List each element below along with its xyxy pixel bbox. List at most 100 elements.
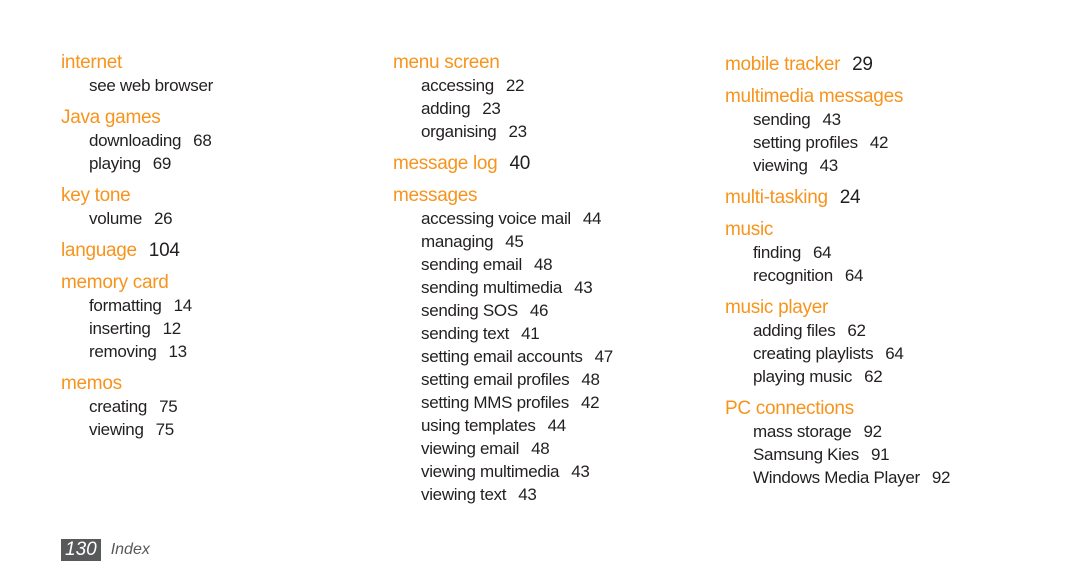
subentry-term: using templates <box>421 416 536 435</box>
page-ref: 64 <box>813 243 832 262</box>
index-subentry: mass storage 92 <box>725 420 950 443</box>
page-ref: 62 <box>847 321 866 340</box>
page-ref: 92 <box>863 422 882 441</box>
index-term: Java games <box>61 107 161 128</box>
page-ref: 22 <box>505 76 525 95</box>
page-ref: 23 <box>508 122 527 141</box>
page-ref: 68 <box>193 131 212 150</box>
subentry-term: mass storage <box>753 422 852 441</box>
subentry-term: creating <box>89 397 148 416</box>
index-subentry: accessing 22 <box>393 74 613 97</box>
subentry-term: viewing <box>89 420 144 439</box>
index-subentry: setting email profiles 48 <box>393 368 613 391</box>
page-footer: 130 Index <box>61 539 150 561</box>
index-subentry: viewing text 43 <box>393 483 613 506</box>
subentry-term: sending SOS <box>421 301 518 320</box>
subentry-term: see web browser <box>89 76 214 95</box>
index-heading: music <box>725 218 950 241</box>
page-ref: 43 <box>518 485 537 504</box>
index-entry: memos creating 75 viewing 75 <box>61 372 213 441</box>
index-column-1: internet see web browser Java games downloa… <box>61 51 213 450</box>
index-entry: message log 40 <box>393 152 613 175</box>
index-term: memos <box>61 373 122 394</box>
page-ref: 91 <box>871 445 890 464</box>
page-ref: 45 <box>505 232 524 251</box>
index-subentry: inserting 12 <box>61 317 213 340</box>
subentry-term: setting email profiles <box>421 370 570 389</box>
index-subentry: viewing multimedia 43 <box>393 460 613 483</box>
page-ref: 48 <box>534 255 553 274</box>
page-ref: 29 <box>852 54 873 75</box>
index-entry: internet see web browser <box>61 51 213 97</box>
index-subentry: managing 45 <box>393 230 613 253</box>
index-subentry: creating playlists 64 <box>725 342 950 365</box>
subentry-term: sending multimedia <box>421 278 563 297</box>
index-subentry: viewing email 48 <box>393 437 613 460</box>
index-subentry: recognition 64 <box>725 264 950 287</box>
index-entry: menu screen accessing 22 adding 23 organising… <box>393 51 613 143</box>
index-heading: multimedia messages <box>725 85 950 108</box>
index-subentry: viewing 43 <box>725 154 950 177</box>
index-heading: multi-tasking 24 <box>725 186 950 209</box>
index-entry: language 104 <box>61 239 213 262</box>
page-ref: 43 <box>571 462 590 481</box>
index-subentry: downloading 68 <box>61 129 213 152</box>
page-ref: 43 <box>574 278 593 297</box>
page-ref: 23 <box>482 99 501 118</box>
index-subentry: playing 69 <box>61 152 213 175</box>
page-ref: 48 <box>581 370 600 389</box>
index-entry: mobile tracker 29 <box>725 53 950 76</box>
index-subentry: setting MMS profiles 42 <box>393 391 613 414</box>
index-subentry: using templates 44 <box>393 414 613 437</box>
subentry-term: Windows Media Player <box>753 468 920 487</box>
index-subentry: adding files 62 <box>725 319 950 342</box>
index-entry: multimedia messages sending 43 setting prof… <box>725 85 950 177</box>
page-ref: 26 <box>154 209 173 228</box>
index-entry: music finding 64 recognition 64 <box>725 218 950 287</box>
index-subentry: sending multimedia 43 <box>393 276 613 299</box>
index-entry: PC connections mass storage 92 Samsung Kies… <box>725 397 951 489</box>
index-subentry: creating 75 <box>61 395 213 418</box>
page-ref: 44 <box>547 416 567 435</box>
index-subentry: finding 64 <box>725 241 950 264</box>
index-entry: memory card formatting 14 inserting 12 removi… <box>61 271 213 363</box>
subentry-term: viewing text <box>421 485 507 504</box>
index-heading: messages <box>393 184 613 207</box>
index-heading: PC connections <box>725 397 950 420</box>
index-entry: multi-tasking 24 <box>725 186 950 209</box>
page-ref: 42 <box>869 133 889 152</box>
subentry-term: viewing multimedia <box>421 462 560 481</box>
page-ref: 42 <box>581 393 600 412</box>
index-heading: message log 40 <box>393 152 613 175</box>
subentry-term: viewing <box>753 156 808 175</box>
index-subentry: playing music 62 <box>725 365 950 388</box>
index-heading: Java games <box>61 106 213 129</box>
index-term: music player <box>725 297 829 318</box>
index-subentry: Windows Media Player 92 <box>725 466 951 489</box>
subentry-term: adding <box>421 99 471 118</box>
page-ref: 64 <box>885 344 904 363</box>
index-term: music <box>725 219 774 240</box>
index-entry: key tone volume 26 <box>61 184 213 230</box>
subentry-term: managing <box>421 232 494 251</box>
subentry-term: viewing email <box>421 439 520 458</box>
index-entry: Java games downloading 68 playing 69 <box>61 106 213 175</box>
index-subentry: viewing 75 <box>61 418 213 441</box>
subentry-term: playing <box>89 154 141 173</box>
index-subentry: sending email 48 <box>393 253 613 276</box>
subentry-term: volume <box>89 209 143 228</box>
index-heading: music player <box>725 296 950 319</box>
subentry-term: playing music <box>753 367 853 386</box>
page-ref: 75 <box>159 397 178 416</box>
subentry-term: setting profiles <box>753 133 858 152</box>
index-subentry: see web browser <box>61 74 213 97</box>
page-ref: 14 <box>173 296 193 315</box>
page-ref: 41 <box>521 324 540 343</box>
index-term: mobile tracker <box>725 54 841 75</box>
page-ref: 69 <box>152 154 172 173</box>
subentry-term: setting email accounts <box>421 347 583 366</box>
page-ref: 24 <box>839 187 861 208</box>
subentry-term: recognition <box>753 266 833 285</box>
subentry-term: sending text <box>421 324 510 343</box>
index-term: menu screen <box>393 52 500 73</box>
